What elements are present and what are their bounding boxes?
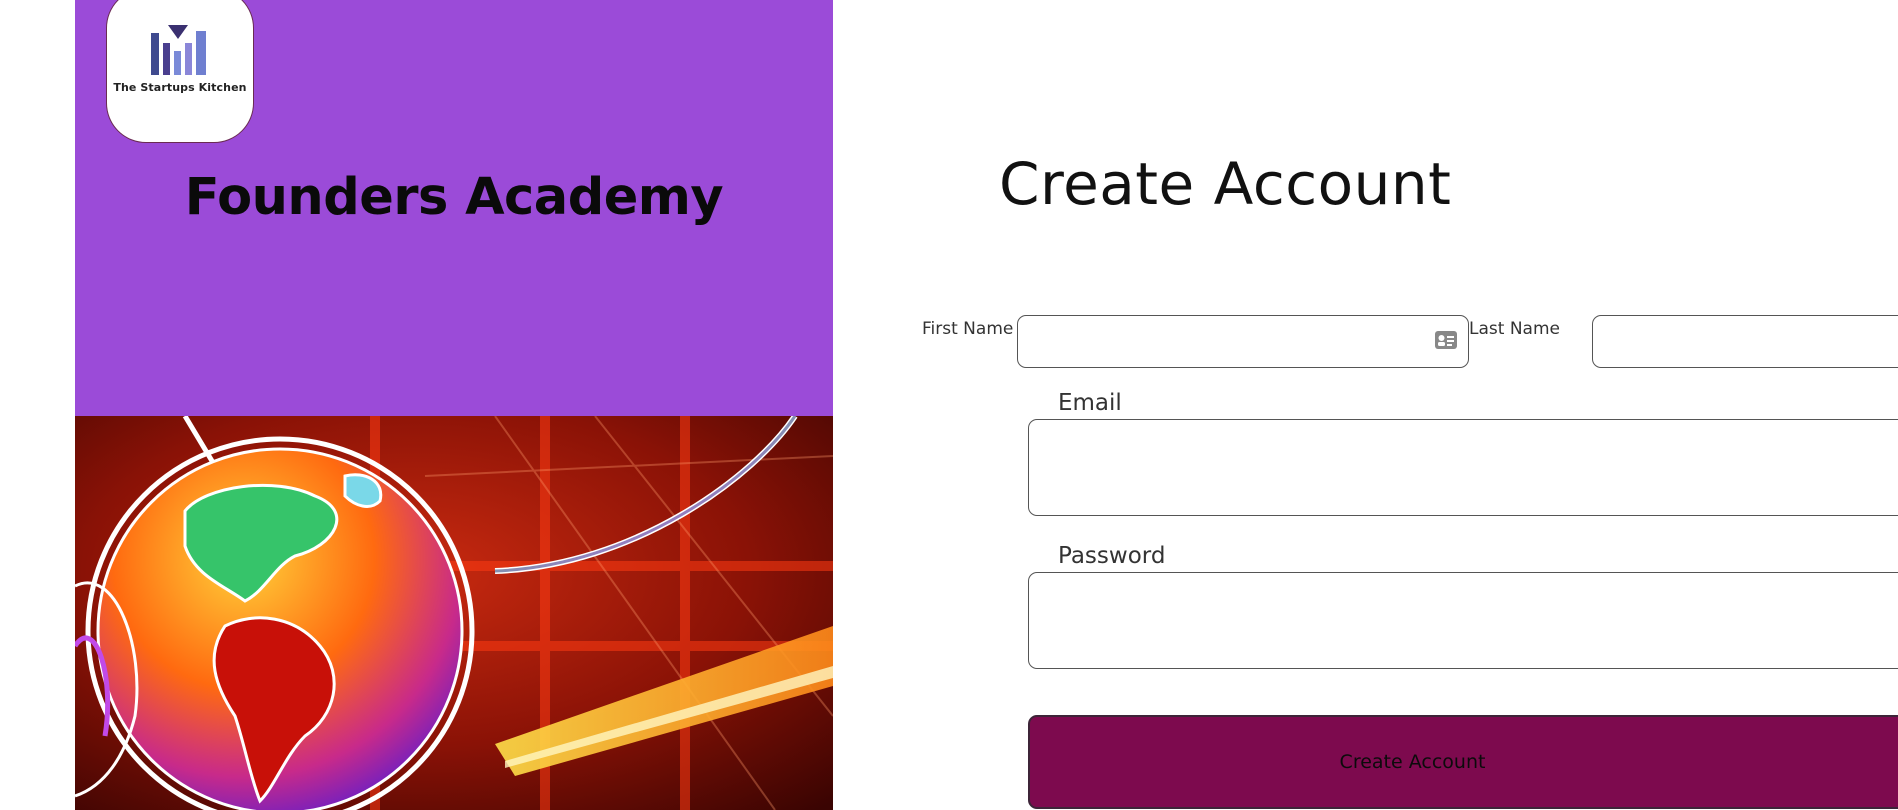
brand-panel: The Startups Kitchen Founders Academy — [75, 0, 833, 810]
academy-title: Founders Academy — [184, 168, 724, 227]
contact-card-icon — [1435, 331, 1457, 349]
logo-text: The Startups Kitchen — [113, 81, 247, 94]
create-account-button[interactable]: Create Account — [1028, 715, 1898, 809]
first-name-label: First Name — [922, 319, 1014, 339]
brand-header: The Startups Kitchen Founders Academy — [75, 0, 833, 416]
password-label: Password — [1058, 543, 1166, 569]
last-name-input[interactable] — [1592, 315, 1898, 368]
form-card — [833, 0, 1898, 810]
first-name-input[interactable] — [1017, 315, 1469, 368]
logo-mark-icon — [151, 25, 206, 75]
form-title: Create Account — [999, 150, 1452, 218]
password-input[interactable] — [1028, 572, 1898, 669]
email-input[interactable] — [1028, 419, 1898, 516]
globe-illustration — [75, 416, 833, 810]
last-name-label: Last Name — [1469, 319, 1560, 339]
logo: The Startups Kitchen — [106, 0, 254, 143]
email-label: Email — [1058, 390, 1122, 416]
